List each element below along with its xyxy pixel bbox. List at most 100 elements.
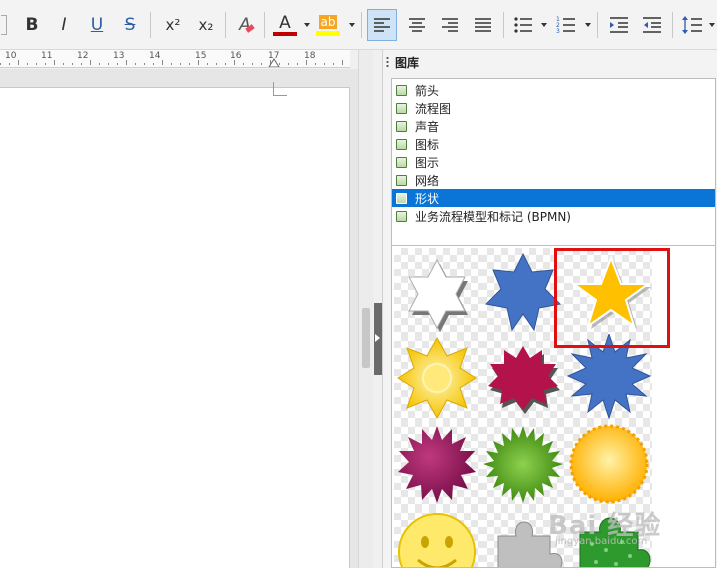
highlight-swatch [316,30,340,36]
theme-icon [396,120,407,132]
gallery-item-twenty-point-burst[interactable] [480,420,566,506]
line-spacing-icon [682,16,702,34]
increase-indent-icon [610,17,628,33]
theme-item-shapes[interactable]: 形状 [392,189,715,207]
panel-grip-icon[interactable] [386,56,389,69]
justify-icon [475,18,491,32]
ruler-tick [243,63,244,65]
ruler-tick [207,63,208,65]
font-color-button[interactable]: A [270,9,300,41]
ruler-tick [333,63,334,65]
line-spacing-button[interactable] [677,9,707,41]
formatting-toolbar: B I U S x² x₂ A A ab 123 [0,0,717,50]
ruler-number: 13 [113,51,125,61]
theme-item-arrows[interactable]: 箭头 [392,81,715,99]
clear-formatting-button[interactable]: A [232,9,258,41]
ruler-tick [162,60,163,65]
vertical-scrollbar[interactable] [358,50,373,568]
ruler-tick [234,60,235,65]
ruler-tick [315,63,316,65]
justify-button[interactable] [468,9,498,41]
ruler-tick [81,63,82,65]
smiley-face-icon [398,513,476,567]
theme-icon [396,174,407,186]
numbered-list-button[interactable]: 123 [551,9,581,41]
ruler-tick [171,63,172,65]
panel-title: 图库 [395,56,420,70]
underline-button[interactable]: U [85,9,109,41]
theme-icon [396,102,407,114]
text-boundary-corner [273,82,287,96]
right-indent-marker[interactable] [268,56,280,68]
font-color-swatch [273,32,297,36]
eight-point-burst-yellow-shape [397,336,477,420]
theme-icon [396,84,407,96]
ruler-tick [342,60,343,65]
ruler-tick [225,63,226,65]
ruler-tick [324,63,325,65]
selection-highlight-box [554,248,670,348]
ruler-number: 15 [195,51,207,61]
sixteen-point-burst-purple-shape [398,426,476,503]
scrollbar-thumb[interactable] [362,308,370,368]
highlight-icon: ab [318,14,338,29]
ruler-tick [18,60,19,65]
theme-item-diagrams[interactable]: 图示 [392,153,715,171]
svg-text:3: 3 [556,28,560,34]
subscript-button[interactable]: x₂ [193,9,219,41]
ruler-tick [135,63,136,65]
line-spacing-dropdown[interactable] [709,23,715,27]
align-center-icon [409,18,425,32]
gallery-item-six-point-star[interactable] [394,248,480,334]
ruler-tick [198,60,199,65]
align-center-button[interactable] [402,9,432,41]
align-left-icon [374,18,390,32]
align-right-icon [442,18,458,32]
theme-item-flowchart[interactable]: 流程图 [392,99,715,117]
bullet-list-dropdown[interactable] [541,23,547,27]
gallery-theme-list[interactable]: 箭头 流程图 声音 图标 图示 网络 形状 业务流程模型和标记 (BPMN) [391,78,716,248]
ruler-number: 11 [41,51,53,61]
theme-icon [396,192,407,204]
italic-button[interactable]: I [52,9,76,41]
highlight-dropdown[interactable] [349,23,355,27]
ruler-tick [153,63,154,65]
ruler-tick [90,60,91,65]
gallery-item-twentyfour-point-burst[interactable] [566,420,652,506]
gallery-item-sixteen-point-burst[interactable] [394,420,480,506]
ruler-tick [108,63,109,65]
document-page[interactable] [0,87,350,568]
highlight-button[interactable]: ab [313,9,343,41]
superscript-button[interactable]: x² [160,9,186,41]
theme-item-icons[interactable]: 图标 [392,135,715,153]
numbered-list-dropdown[interactable] [585,23,591,27]
gallery-item-eight-point-burst[interactable] [394,334,480,420]
sidebar-collapse-handle[interactable] [374,303,382,375]
ruler-tick [180,63,181,65]
watermark-url: jingyan.baidu.com [555,536,648,547]
toolbar-overflow[interactable] [0,9,8,41]
theme-item-sounds[interactable]: 声音 [392,117,715,135]
ruler-tick [99,63,100,65]
increase-indent-button[interactable] [604,9,634,41]
ruler-tick [36,63,37,65]
align-right-button[interactable] [435,9,465,41]
decrease-indent-button[interactable] [637,9,667,41]
ruler-tick [306,60,307,65]
horizontal-ruler[interactable]: 10 11 12 13 14 15 16 17 18 [0,50,350,68]
twenty-point-burst-green-shape [483,426,563,503]
bullet-list-button[interactable] [508,9,538,41]
ruler-tick [9,63,10,65]
twentyfour-point-burst-orange-shape [569,424,649,504]
strikethrough-button[interactable]: S [118,9,142,41]
ruler-tick [117,63,118,65]
ruler-tick [45,63,46,65]
theme-item-bpmn[interactable]: 业务流程模型和标记 (BPMN) [392,207,715,225]
ruler-number: 16 [230,51,242,61]
ruler-tick [261,63,262,65]
theme-item-network[interactable]: 网络 [392,171,715,189]
align-left-button[interactable] [367,9,397,41]
gallery-item-smiley-face[interactable] [394,506,480,567]
bold-button[interactable]: B [20,9,44,41]
font-color-dropdown[interactable] [304,23,310,27]
